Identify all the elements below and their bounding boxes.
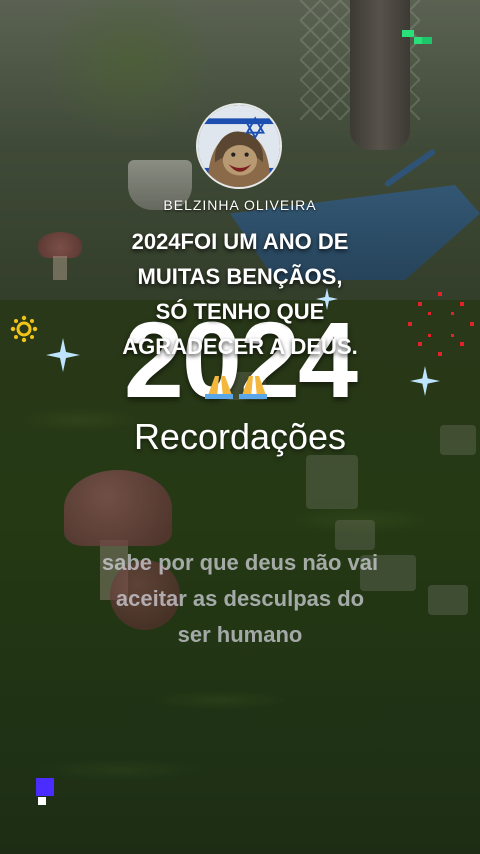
lion-israel-flag-avatar-icon: [198, 105, 280, 187]
sparkle-icon: [316, 288, 338, 310]
profile-avatar[interactable]: [196, 103, 282, 189]
caption-line: SÓ TENHO QUE: [155, 299, 325, 324]
fireworks-icon: [408, 292, 474, 356]
praying-hands-icon: [205, 376, 267, 399]
subtitle-line: ser humano: [177, 622, 303, 647]
subtitle-line: aceitar as desculpas do: [115, 586, 365, 611]
caption-line: 2024FOI UM ANO DE: [131, 229, 349, 254]
sun-sticker-icon: [10, 315, 38, 343]
subtitle-line: sabe por que deus não vai: [101, 550, 379, 575]
caption-line: AGRADECER A DEUS.: [122, 334, 358, 359]
profile-name[interactable]: BELZINHA OLIVEIRA: [0, 197, 480, 213]
corner-sticker-icon: [402, 30, 432, 44]
sparkle-icon: [410, 366, 440, 396]
post-caption: 2024FOI UM ANO DE MUITAS BENÇÃOS, SÓ TEN…: [40, 224, 440, 364]
memories-subtitle: Recordações: [133, 416, 347, 457]
caption-line: MUITAS BENÇÃOS,: [137, 264, 343, 289]
sparkle-icon: [46, 338, 80, 372]
corner-sticker-icon: [36, 778, 54, 805]
video-subtitle: sabe por que deus não vai aceitar as des…: [40, 545, 440, 653]
